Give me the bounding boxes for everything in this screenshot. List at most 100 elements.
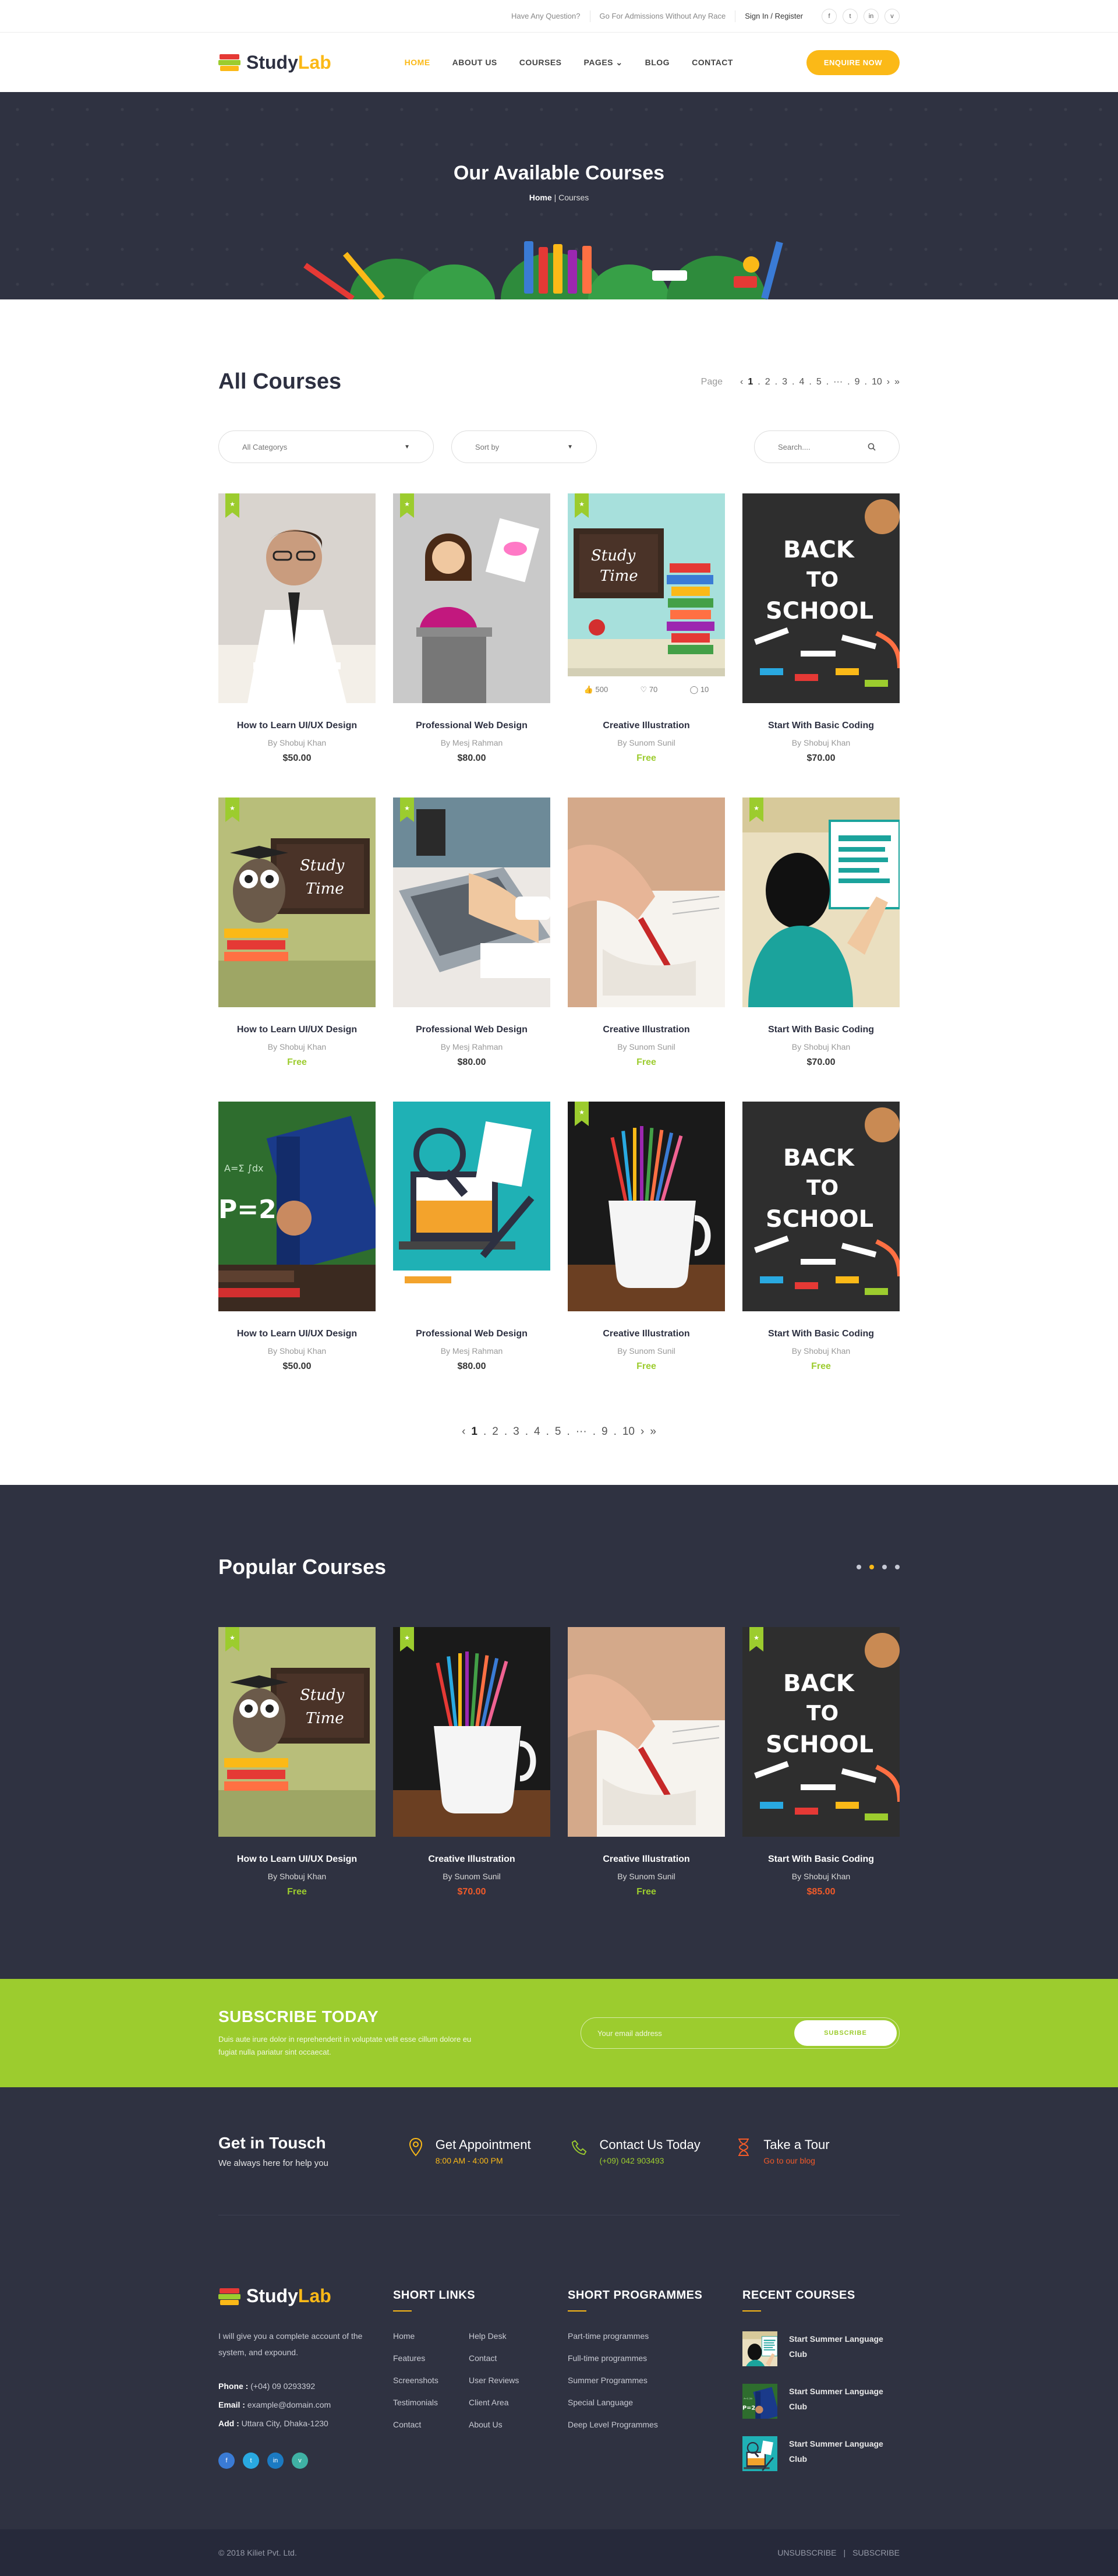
nav-blog[interactable]: BLOG — [645, 58, 670, 67]
course-thumbnail[interactable]: A=Σ ∫dx P=2 — [218, 1102, 376, 1311]
course-card[interactable]: Study Time 👍 500 ♡ 70 ◯ 10 Creative Illustrat… — [568, 493, 725, 764]
course-title[interactable]: Professional Web Design — [393, 721, 550, 731]
short-link[interactable]: Testimonials — [393, 2398, 469, 2407]
course-card[interactable]: Creative Illustration By Sunom Sunil Free — [568, 1102, 725, 1372]
course-thumbnail[interactable] — [568, 1627, 725, 1837]
course-title[interactable]: How to Learn UI/UX Design — [218, 1329, 376, 1339]
programme-link[interactable]: Full-time programmes — [568, 2353, 742, 2363]
breadcrumb-home[interactable]: Home — [529, 193, 552, 202]
nav-courses[interactable]: COURSES — [519, 58, 562, 67]
carousel-dot[interactable] — [882, 1565, 887, 1569]
page-2[interactable]: 2 — [765, 377, 770, 387]
course-title[interactable]: Creative Illustration — [568, 1854, 725, 1865]
twitter-icon[interactable]: t — [243, 2453, 259, 2469]
carousel-dot[interactable] — [857, 1565, 861, 1569]
page-1[interactable]: 1 — [471, 1425, 477, 1438]
course-title[interactable]: Creative Illustration — [568, 1025, 725, 1035]
course-title[interactable]: Start With Basic Coding — [742, 721, 900, 731]
tour-item[interactable]: Take a Tour Go to our blog — [735, 2137, 900, 2165]
course-card[interactable]: Creative Illustration By Sunom Sunil $70.0… — [393, 1627, 550, 1897]
course-card[interactable]: A=Σ ∫dx P=2 How to Learn UI/UX Design By Sh… — [218, 1102, 376, 1372]
prev-page[interactable]: ‹ — [462, 1425, 465, 1438]
programme-link[interactable]: Summer Programmes — [568, 2376, 742, 2385]
course-title[interactable]: How to Learn UI/UX Design — [218, 721, 376, 731]
recent-course-title[interactable]: Start Summer Language Club — [789, 2384, 900, 2414]
course-thumbnail[interactable]: BACK TO SCHOOL — [742, 1102, 900, 1311]
search-icon[interactable] — [868, 443, 876, 451]
sort-select[interactable]: Sort by ▼ — [451, 430, 597, 463]
course-thumbnail[interactable] — [393, 797, 550, 1007]
course-thumbnail[interactable] — [393, 1627, 550, 1837]
page-5[interactable]: 5 — [555, 1425, 561, 1438]
course-thumbnail[interactable]: Study Time 👍 500 ♡ 70 ◯ 10 — [568, 493, 725, 703]
course-title[interactable]: Start With Basic Coding — [742, 1025, 900, 1035]
course-card[interactable]: Professional Web Design By Mesj Rahman $80… — [393, 1102, 550, 1372]
facebook-icon[interactable]: f — [822, 8, 837, 24]
subscribe-button[interactable]: SUBSCRIBE — [794, 2020, 897, 2046]
email-field[interactable] — [597, 2028, 772, 2038]
nav-pages[interactable]: PAGES ⌄ — [584, 58, 623, 68]
page-9[interactable]: 9 — [855, 377, 860, 387]
page-2[interactable]: 2 — [492, 1425, 498, 1438]
course-card[interactable]: Creative Illustration By Sunom Sunil Free — [568, 797, 725, 1068]
course-thumbnail[interactable] — [393, 1102, 550, 1311]
page-4[interactable]: 4 — [799, 377, 804, 387]
page-5[interactable]: 5 — [816, 377, 822, 387]
subscribe-link[interactable]: SUBSCRIBE — [852, 2548, 900, 2557]
short-link[interactable]: Home — [393, 2331, 469, 2341]
recent-course-title[interactable]: Start Summer Language Club — [789, 2436, 900, 2466]
short-link[interactable]: User Reviews — [469, 2376, 544, 2385]
course-title[interactable]: How to Learn UI/UX Design — [218, 1025, 376, 1035]
recent-course[interactable]: Start Summer Language Club — [742, 2331, 900, 2366]
last-page[interactable]: » — [894, 377, 900, 387]
vimeo-icon[interactable]: v — [885, 8, 900, 24]
short-link[interactable]: Features — [393, 2353, 469, 2363]
recent-course-title[interactable]: Start Summer Language Club — [789, 2331, 900, 2362]
course-card[interactable]: Professional Web Design By Mesj Rahman $80… — [393, 797, 550, 1068]
enquire-button[interactable]: ENQUIRE NOW — [806, 50, 900, 75]
short-link[interactable]: Screenshots — [393, 2376, 469, 2385]
programme-link[interactable]: Part-time programmes — [568, 2331, 742, 2341]
course-title[interactable]: Creative Illustration — [568, 1329, 725, 1339]
page-10[interactable]: 10 — [872, 377, 882, 387]
carousel-dot[interactable] — [895, 1565, 900, 1569]
prev-page[interactable]: ‹ — [740, 377, 743, 387]
page-1[interactable]: 1 — [748, 377, 753, 387]
short-link[interactable]: Help Desk — [469, 2331, 544, 2341]
course-thumbnail[interactable] — [568, 1102, 725, 1311]
programme-link[interactable]: Special Language — [568, 2398, 742, 2407]
page-3[interactable]: 3 — [782, 377, 787, 387]
course-title[interactable]: Start With Basic Coding — [742, 1854, 900, 1865]
course-title[interactable]: Creative Illustration — [393, 1854, 550, 1865]
short-link[interactable]: About Us — [469, 2420, 544, 2429]
unsubscribe-link[interactable]: UNSUBSCRIBE — [777, 2548, 836, 2557]
contact-item[interactable]: Contact Us Today (+09) 042 903493 — [571, 2137, 735, 2165]
signin-link[interactable]: Sign In / Register — [735, 10, 812, 22]
short-link[interactable]: Client Area — [469, 2398, 544, 2407]
short-link[interactable]: Contact — [469, 2353, 544, 2363]
course-thumbnail[interactable]: Study Time — [218, 797, 376, 1007]
linkedin-icon[interactable]: in — [864, 8, 879, 24]
logo[interactable]: StudyLab — [218, 52, 331, 73]
course-title[interactable]: How to Learn UI/UX Design — [218, 1854, 376, 1865]
recent-course[interactable]: A=Σ ∫dx P=2 Start Summer Language Club — [742, 2384, 900, 2419]
linkedin-icon[interactable]: in — [267, 2453, 284, 2469]
course-title[interactable]: Professional Web Design — [393, 1329, 550, 1339]
page-10[interactable]: 10 — [622, 1425, 635, 1438]
course-card[interactable]: Study Time How to Learn UI/UX Design By Sho… — [218, 797, 376, 1068]
course-card[interactable]: How to Learn UI/UX Design By Shobuj Khan $… — [218, 493, 376, 764]
category-select[interactable]: All Categorys ▼ — [218, 430, 434, 463]
course-title[interactable]: Professional Web Design — [393, 1025, 550, 1035]
programme-link[interactable]: Deep Level Programmes — [568, 2420, 742, 2429]
course-title[interactable]: Creative Illustration — [568, 721, 725, 731]
course-thumbnail[interactable]: BACK TO SCHOOL — [742, 493, 900, 703]
course-card[interactable]: BACK TO SCHOOL Start With Basic Coding By Sh… — [742, 493, 900, 764]
nav-contact[interactable]: CONTACT — [692, 58, 733, 67]
course-title[interactable]: Start With Basic Coding — [742, 1329, 900, 1339]
course-card[interactable]: Start With Basic Coding By Shobuj Khan $70… — [742, 797, 900, 1068]
facebook-icon[interactable]: f — [218, 2453, 235, 2469]
page-3[interactable]: 3 — [513, 1425, 519, 1438]
twitter-icon[interactable]: t — [843, 8, 858, 24]
course-thumbnail[interactable]: BACK TO SCHOOL — [742, 1627, 900, 1837]
next-page[interactable]: › — [887, 377, 890, 387]
